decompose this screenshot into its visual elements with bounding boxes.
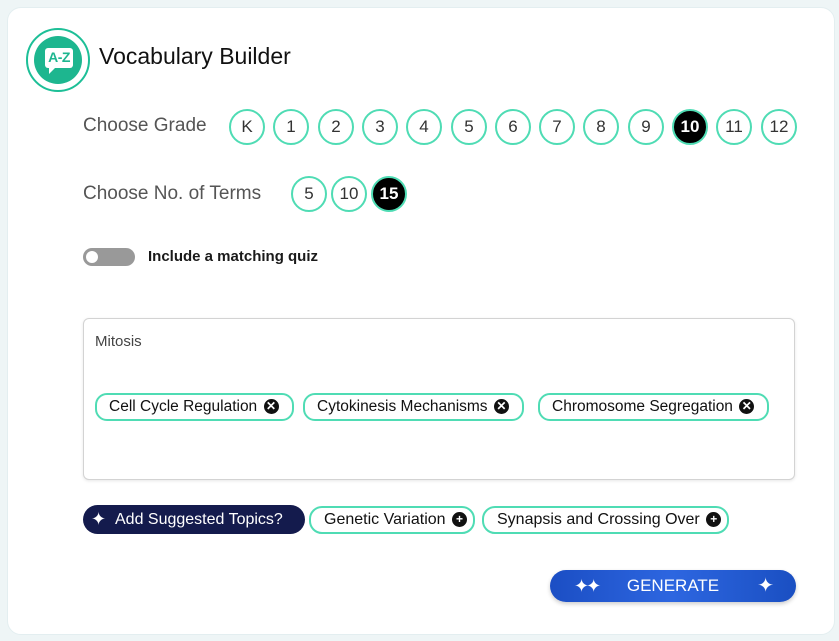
sparkle-icon: ✦	[757, 575, 774, 597]
logo-text: A-Z	[48, 49, 70, 65]
add-topic-icon: +	[452, 512, 467, 527]
suggested-topic-chip[interactable]: Genetic Variation +	[309, 506, 475, 534]
remove-chip-icon[interactable]: ✕	[263, 399, 279, 414]
grade-option-6[interactable]: 6	[495, 109, 531, 145]
add-suggested-topics-label: Add Suggested Topics?	[115, 511, 283, 528]
sparkle-icon: ✦	[91, 509, 107, 529]
terms-option-15[interactable]: 15	[371, 176, 407, 212]
add-topic-icon: +	[706, 512, 722, 527]
topic-chip: Cytokinesis Mechanisms ✕	[303, 393, 524, 421]
grade-selector: K 1 2 3 4 5 6 7 8 9 10 11 12	[229, 109, 799, 145]
suggested-topic-chip[interactable]: Synapsis and Crossing Over +	[482, 506, 730, 534]
matching-quiz-toggle[interactable]	[83, 248, 135, 266]
add-suggested-topics-button[interactable]: ✦ Add Suggested Topics?	[83, 505, 305, 534]
topic-chip-label: Cytokinesis Mechanisms	[317, 398, 488, 415]
topic-input[interactable]: Mitosis Cell Cycle Regulation ✕ Cytokines…	[83, 318, 795, 480]
terms-option-10[interactable]: 10	[331, 176, 367, 212]
topic-input-text: Mitosis	[95, 333, 142, 350]
grade-option-9[interactable]: 9	[628, 109, 664, 145]
grade-option-3[interactable]: 3	[362, 109, 398, 145]
grade-option-11[interactable]: 11	[716, 109, 752, 145]
grade-option-7[interactable]: 7	[539, 109, 575, 145]
topic-chip: Cell Cycle Regulation ✕	[95, 393, 294, 421]
suggested-topic-label: Synapsis and Crossing Over	[497, 511, 700, 528]
toggle-knob	[86, 251, 98, 263]
terms-selector: 5 10 15	[291, 176, 411, 212]
grade-option-8[interactable]: 8	[583, 109, 619, 145]
topic-chip-label: Chromosome Segregation	[552, 398, 733, 415]
grade-option-10[interactable]: 10	[672, 109, 708, 145]
topic-chip: Chromosome Segregation ✕	[538, 393, 770, 421]
topic-chip-label: Cell Cycle Regulation	[109, 398, 258, 415]
grade-option-1[interactable]: 1	[273, 109, 309, 145]
grade-option-2[interactable]: 2	[318, 109, 354, 145]
terms-label: Choose No. of Terms	[83, 183, 262, 204]
generate-button[interactable]: ✦✦ GENERATE ✦	[550, 570, 796, 602]
remove-chip-icon[interactable]: ✕	[739, 399, 755, 414]
grade-option-k[interactable]: K	[229, 109, 265, 145]
suggested-topic-label: Genetic Variation	[324, 511, 446, 528]
remove-chip-icon[interactable]: ✕	[493, 399, 509, 414]
grade-label: Choose Grade	[83, 115, 207, 136]
matching-quiz-label: Include a matching quiz	[148, 248, 319, 265]
grade-option-12[interactable]: 12	[761, 109, 797, 145]
grade-option-4[interactable]: 4	[406, 109, 442, 145]
az-logo-icon: A-Z	[26, 28, 90, 92]
grade-option-5[interactable]: 5	[451, 109, 487, 145]
terms-option-5[interactable]: 5	[291, 176, 327, 212]
page-title: Vocabulary Builder	[99, 43, 291, 69]
